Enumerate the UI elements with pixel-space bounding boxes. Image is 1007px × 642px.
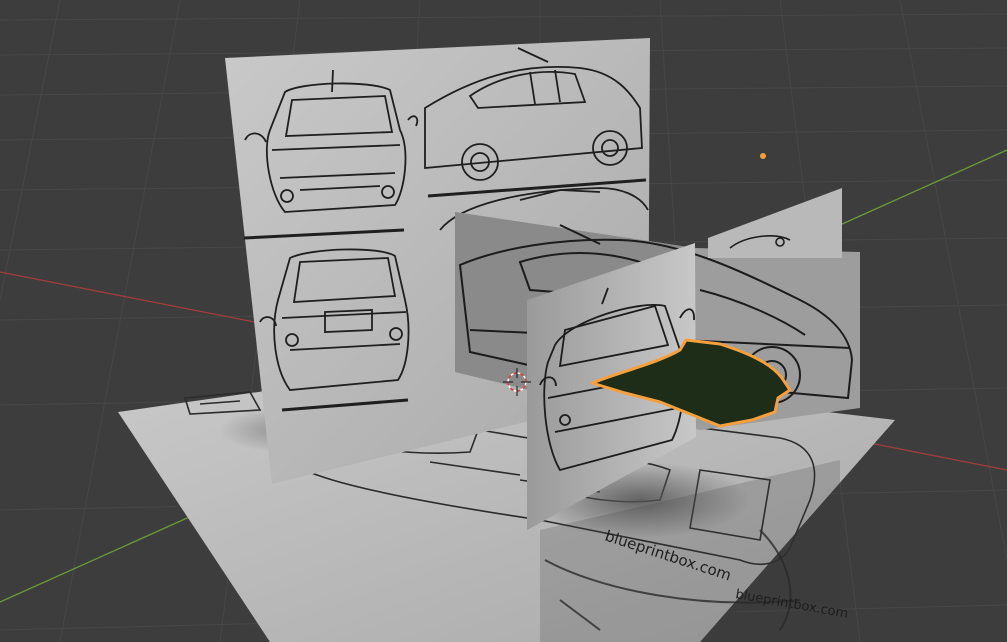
3d-viewport[interactable]: blueprintbox.com blueprintbox.com xyxy=(0,0,1007,642)
light-object-origin[interactable] xyxy=(760,153,766,159)
viewport-canvas[interactable]: blueprintbox.com blueprintbox.com xyxy=(0,0,1007,642)
